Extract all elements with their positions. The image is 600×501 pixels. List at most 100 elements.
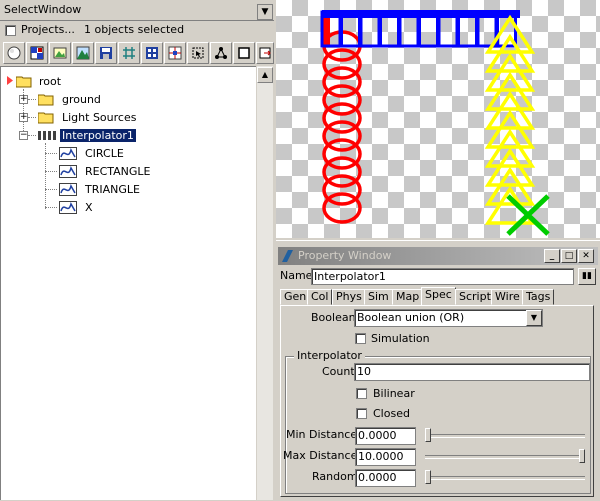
nodes-icon	[215, 47, 227, 59]
window-menu-dropdown-icon[interactable]: ▼	[257, 4, 273, 20]
scene-tree[interactable]: root + ground + Light Sources − Interpol…	[0, 66, 256, 500]
checker-button[interactable]	[141, 42, 163, 64]
blue-rectangle-shapes	[320, 10, 520, 48]
image-button[interactable]	[49, 42, 71, 64]
app-icon	[282, 250, 293, 262]
grid-button[interactable]	[118, 42, 140, 64]
simulation-checkbox[interactable]	[355, 333, 366, 344]
target-icon	[168, 46, 182, 60]
tab-sim[interactable]: Sim	[364, 289, 393, 305]
projects-checkbox[interactable]	[5, 25, 16, 36]
collapse-interpolator-icon[interactable]: −	[19, 131, 28, 140]
tree-item-ground[interactable]: ground	[62, 93, 101, 106]
select-window-title: SelectWindow	[4, 3, 82, 16]
tree-item-root[interactable]: root	[39, 75, 61, 88]
random-input[interactable]: 0.0000	[355, 469, 416, 487]
close-button[interactable]: ✕	[578, 249, 594, 263]
tree-scrollbar[interactable]	[256, 66, 273, 500]
export-button[interactable]	[256, 42, 274, 64]
name-label: Name	[280, 269, 313, 282]
tab-gen[interactable]: Gen	[280, 289, 311, 305]
tab-col[interactable]: Col	[307, 289, 333, 305]
selection-count: 1 objects selected	[84, 23, 185, 36]
tree-item-interpolator[interactable]: Interpolator1	[60, 129, 136, 142]
sphere-button[interactable]	[3, 42, 25, 64]
tree-item-triangle[interactable]: TRIANGLE	[85, 183, 140, 196]
render-viewport[interactable]	[276, 0, 600, 238]
sphere-icon	[7, 46, 21, 60]
interpolated-shapes	[320, 10, 550, 236]
tab-map[interactable]: Map	[392, 289, 424, 305]
select-button[interactable]	[187, 42, 209, 64]
interpolator-icon	[38, 131, 56, 140]
tree-item-x[interactable]: X	[85, 201, 93, 214]
bilinear-label: Bilinear	[373, 387, 415, 400]
tree-item-light-sources[interactable]: Light Sources	[62, 111, 136, 124]
expanded-arrow-icon[interactable]	[7, 76, 13, 85]
export-icon	[259, 47, 271, 59]
blue-rectangle-band	[322, 10, 520, 18]
yellow-triangle-shapes	[484, 14, 536, 225]
min-distance-slider-thumb[interactable]	[425, 428, 431, 442]
scroll-up-arrow-icon[interactable]: ▲	[257, 67, 273, 83]
expand-light-sources-icon[interactable]: +	[19, 113, 28, 122]
tab-spec[interactable]: Spec	[421, 287, 456, 306]
closed-label: Closed	[373, 407, 410, 420]
interpolator-group-label: Interpolator	[294, 349, 365, 362]
max-distance-slider-thumb[interactable]	[579, 449, 585, 463]
nodes-button[interactable]	[210, 42, 232, 64]
max-distance-input[interactable]: 10.0000	[355, 448, 416, 466]
tab-tags[interactable]: Tags	[522, 289, 555, 305]
random-slider-track[interactable]	[425, 476, 585, 480]
tab-phys[interactable]: Phys	[332, 289, 366, 305]
min-distance-input[interactable]: 0.0000	[355, 427, 416, 445]
expand-ground-icon[interactable]: +	[19, 95, 28, 104]
name-options-button[interactable]: ▮▮	[578, 268, 596, 285]
max-distance-label: Max Distance	[283, 449, 358, 462]
random-slider-thumb[interactable]	[425, 470, 431, 484]
chevron-down-icon[interactable]: ▼	[526, 310, 542, 326]
count-input[interactable]: 10	[354, 363, 590, 381]
curve-shape-icon	[59, 147, 77, 160]
tree-connector	[45, 153, 57, 154]
maximize-button[interactable]: □	[561, 249, 577, 263]
tree-connector	[45, 171, 57, 172]
bilinear-checkbox[interactable]	[356, 388, 367, 399]
max-distance-slider-track[interactable]	[425, 455, 585, 459]
name-input[interactable]: Interpolator1	[311, 268, 574, 285]
tree-item-rectangle[interactable]: RECTANGLE	[85, 165, 151, 178]
min-distance-label: Min Distance	[286, 428, 358, 441]
closed-checkbox[interactable]	[356, 408, 367, 419]
green-x-shape	[506, 194, 550, 236]
min-distance-slider-track[interactable]	[425, 434, 585, 438]
tree-connector	[28, 135, 36, 136]
folder-icon	[38, 94, 54, 106]
pattern-button[interactable]	[26, 42, 48, 64]
curve-shape-icon	[59, 165, 77, 178]
image-icon	[53, 47, 67, 59]
pattern-icon	[30, 46, 44, 60]
red-circle	[322, 192, 362, 224]
folder-icon	[38, 112, 54, 124]
save-icon	[100, 47, 112, 59]
grid-icon	[123, 47, 135, 59]
tab-wire[interactable]: Wire	[491, 289, 524, 305]
tab-script[interactable]: Script	[455, 289, 495, 305]
checker-icon	[146, 47, 158, 59]
boolean-label: Boolean	[311, 311, 356, 324]
tree-connector	[45, 207, 57, 208]
count-label: Count	[322, 365, 355, 378]
save-button[interactable]	[95, 42, 117, 64]
frame-button[interactable]	[233, 42, 255, 64]
random-label: Random	[312, 470, 358, 483]
mountain-button[interactable]	[72, 42, 94, 64]
curve-shape-icon	[59, 183, 77, 196]
simulation-label: Simulation	[371, 332, 430, 345]
tree-connector	[28, 99, 36, 100]
boolean-select[interactable]: Boolean union (OR)	[354, 309, 543, 327]
minimize-button[interactable]: _	[544, 249, 560, 263]
tree-item-circle[interactable]: CIRCLE	[85, 147, 124, 160]
select-icon	[192, 47, 204, 59]
target-button[interactable]	[164, 42, 186, 64]
tree-connector	[28, 117, 36, 118]
